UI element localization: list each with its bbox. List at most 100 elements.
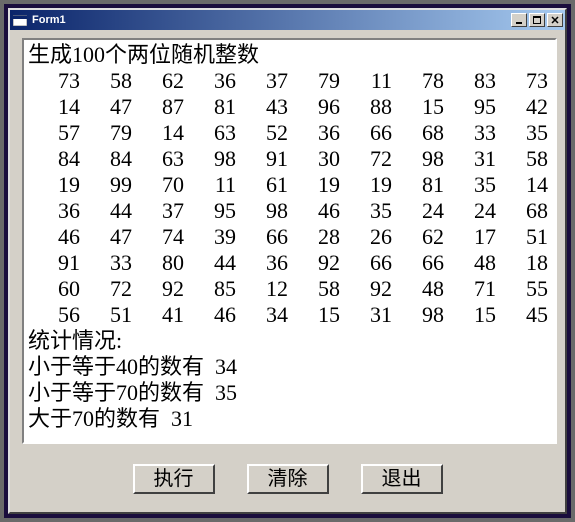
grid-cell: 92 [288, 250, 340, 276]
grid-cell: 63 [184, 120, 236, 146]
grid-cell: 70 [132, 172, 184, 198]
grid-cell: 48 [392, 276, 444, 302]
grid-cell: 66 [392, 250, 444, 276]
grid-cell: 84 [80, 146, 132, 172]
grid-cell: 43 [236, 94, 288, 120]
grid-cell: 98 [392, 302, 444, 328]
grid-cell: 84 [28, 146, 80, 172]
grid-cell: 58 [80, 68, 132, 94]
grid-cell: 46 [288, 198, 340, 224]
grid-cell: 11 [184, 172, 236, 198]
grid-row: 56514146341531981545 [28, 302, 551, 328]
grid-cell: 96 [288, 94, 340, 120]
app-window: Form1 生成100个两位随机整数 735862363779117883731… [8, 8, 567, 514]
button-row: 执行 清除 退出 [12, 464, 563, 494]
stat-line: 小于等于40的数有 34 [28, 354, 551, 380]
grid-cell: 46 [184, 302, 236, 328]
grid-cell: 15 [288, 302, 340, 328]
grid-cell: 36 [288, 120, 340, 146]
grid-cell: 45 [496, 302, 548, 328]
grid-cell: 19 [288, 172, 340, 198]
grid-cell: 41 [132, 302, 184, 328]
grid-cell: 98 [184, 146, 236, 172]
grid-cell: 68 [496, 198, 548, 224]
grid-cell: 28 [288, 224, 340, 250]
grid-cell: 12 [236, 276, 288, 302]
grid-cell: 19 [28, 172, 80, 198]
grid-row: 84846398913072983158 [28, 146, 551, 172]
grid-cell: 91 [28, 250, 80, 276]
grid-cell: 95 [444, 94, 496, 120]
stats-block: 统计情况: 小于等于40的数有 34小于等于70的数有 35大于70的数有 31 [28, 328, 551, 432]
grid-cell: 26 [340, 224, 392, 250]
window-title: Form1 [32, 14, 511, 26]
grid-cell: 79 [288, 68, 340, 94]
grid-cell: 14 [28, 94, 80, 120]
grid-cell: 34 [236, 302, 288, 328]
grid-cell: 68 [392, 120, 444, 146]
grid-cell: 57 [28, 120, 80, 146]
grid-cell: 91 [236, 146, 288, 172]
grid-row: 14478781439688159542 [28, 94, 551, 120]
clear-button[interactable]: 清除 [247, 464, 329, 494]
grid-cell: 74 [132, 224, 184, 250]
grid-cell: 78 [392, 68, 444, 94]
grid-cell: 44 [80, 198, 132, 224]
grid-cell: 92 [132, 276, 184, 302]
grid-cell: 47 [80, 94, 132, 120]
close-button[interactable] [547, 13, 563, 27]
exit-button[interactable]: 退出 [361, 464, 443, 494]
grid-row: 36443795984635242468 [28, 198, 551, 224]
grid-cell: 18 [496, 250, 548, 276]
grid-cell: 62 [132, 68, 184, 94]
grid-row: 57791463523666683335 [28, 120, 551, 146]
grid-cell: 44 [184, 250, 236, 276]
grid-cell: 33 [444, 120, 496, 146]
grid-row: 19997011611919813514 [28, 172, 551, 198]
grid-cell: 55 [496, 276, 548, 302]
grid-cell: 71 [444, 276, 496, 302]
client-area: 生成100个两位随机整数 735862363779117883731447878… [12, 32, 563, 510]
grid-cell: 42 [496, 94, 548, 120]
grid-row: 73586236377911788373 [28, 68, 551, 94]
minimize-button[interactable] [511, 13, 527, 27]
grid-cell: 66 [340, 250, 392, 276]
grid-cell: 51 [80, 302, 132, 328]
grid-cell: 35 [340, 198, 392, 224]
output-heading: 生成100个两位随机整数 [28, 42, 551, 68]
grid-cell: 95 [184, 198, 236, 224]
grid-cell: 85 [184, 276, 236, 302]
execute-button[interactable]: 执行 [133, 464, 215, 494]
app-icon [12, 12, 28, 28]
grid-cell: 46 [28, 224, 80, 250]
grid-cell: 48 [444, 250, 496, 276]
titlebar[interactable]: Form1 [10, 10, 565, 30]
grid-cell: 98 [392, 146, 444, 172]
grid-cell: 35 [444, 172, 496, 198]
grid-row: 46477439662826621751 [28, 224, 551, 250]
grid-cell: 60 [28, 276, 80, 302]
output-textbox[interactable]: 生成100个两位随机整数 735862363779117883731447878… [22, 38, 557, 444]
grid-cell: 19 [340, 172, 392, 198]
grid-cell: 31 [444, 146, 496, 172]
grid-cell: 39 [184, 224, 236, 250]
stat-line: 小于等于70的数有 35 [28, 380, 551, 406]
grid-cell: 11 [340, 68, 392, 94]
grid-cell: 31 [340, 302, 392, 328]
grid-cell: 87 [132, 94, 184, 120]
grid-cell: 37 [236, 68, 288, 94]
grid-cell: 35 [496, 120, 548, 146]
grid-cell: 33 [80, 250, 132, 276]
grid-cell: 81 [392, 172, 444, 198]
grid-cell: 92 [340, 276, 392, 302]
grid-cell: 63 [132, 146, 184, 172]
grid-cell: 36 [184, 68, 236, 94]
grid-cell: 24 [392, 198, 444, 224]
maximize-button[interactable] [529, 13, 545, 27]
grid-cell: 24 [444, 198, 496, 224]
grid-cell: 14 [132, 120, 184, 146]
grid-row: 91338044369266664818 [28, 250, 551, 276]
grid-cell: 36 [236, 250, 288, 276]
grid-cell: 52 [236, 120, 288, 146]
grid-cell: 73 [28, 68, 80, 94]
